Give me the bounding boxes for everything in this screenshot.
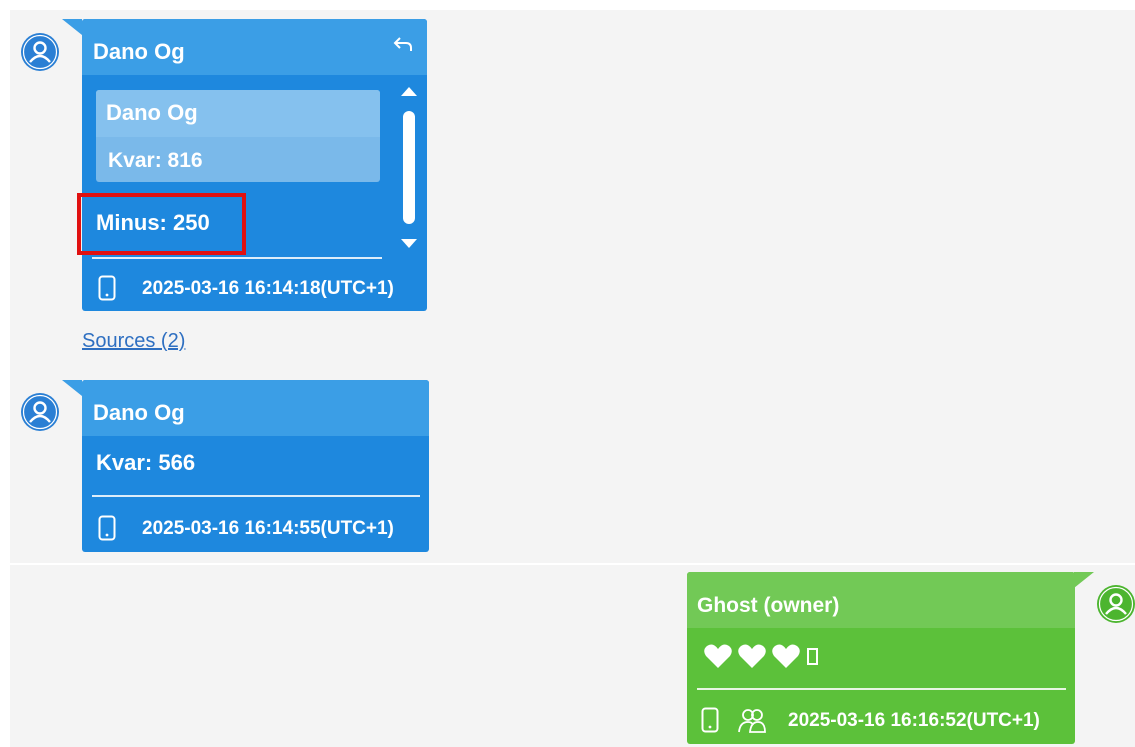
footer-separator [697, 688, 1066, 690]
sender-name: Ghost (owner) [697, 594, 840, 617]
highlight-box [77, 193, 246, 255]
message-bubble[interactable]: Ghost (owner) 2025-03-16 16:16:52(UTC+1) [687, 572, 1075, 744]
white-heart-icon [737, 642, 767, 670]
user-avatar-icon[interactable] [21, 393, 59, 431]
phone-icon [701, 707, 719, 738]
group-icon [737, 706, 767, 739]
phone-icon [98, 515, 116, 546]
message-timestamp: 2025-03-16 16:14:55(UTC+1) [142, 518, 394, 539]
missing-glyph-icon [807, 647, 818, 665]
bubble-tail [62, 19, 82, 35]
white-heart-icon [703, 642, 733, 670]
user-avatar-icon[interactable] [21, 33, 59, 71]
sources-link[interactable]: Sources (2) [82, 330, 185, 353]
owner-avatar-icon[interactable] [1097, 585, 1135, 623]
message-timestamp: 2025-03-16 16:14:18(UTC+1) [142, 278, 394, 299]
scroll-down-arrow-icon[interactable] [401, 239, 417, 248]
scroll-up-arrow-icon[interactable] [401, 87, 417, 96]
bubble-tail [62, 380, 82, 396]
phone-icon [98, 275, 116, 306]
quoted-message[interactable]: Dano Og Kvar: 816 [96, 90, 380, 182]
scrollbar-thumb[interactable] [403, 111, 415, 224]
message-bubble[interactable]: Dano Og Dano Og Kvar: 816 Minus: 250 202… [82, 19, 427, 311]
quote-sender: Dano Og [106, 100, 198, 125]
section-divider [10, 563, 1135, 565]
footer-separator [92, 257, 382, 259]
sender-name: Dano Og [93, 39, 185, 64]
white-heart-icon [771, 642, 801, 670]
footer-separator [92, 495, 420, 497]
message-bubble[interactable]: Dano Og Kvar: 566 2025-03-16 16:14:55(UT… [82, 380, 429, 552]
bubble-tail [1074, 572, 1094, 588]
quote-text: Kvar: 816 [108, 149, 203, 172]
reply-icon[interactable] [391, 33, 415, 57]
sender-name: Dano Og [93, 400, 185, 425]
message-text: Kvar: 566 [96, 450, 196, 475]
message-timestamp: 2025-03-16 16:16:52(UTC+1) [788, 710, 1040, 731]
reaction-row [703, 642, 818, 670]
